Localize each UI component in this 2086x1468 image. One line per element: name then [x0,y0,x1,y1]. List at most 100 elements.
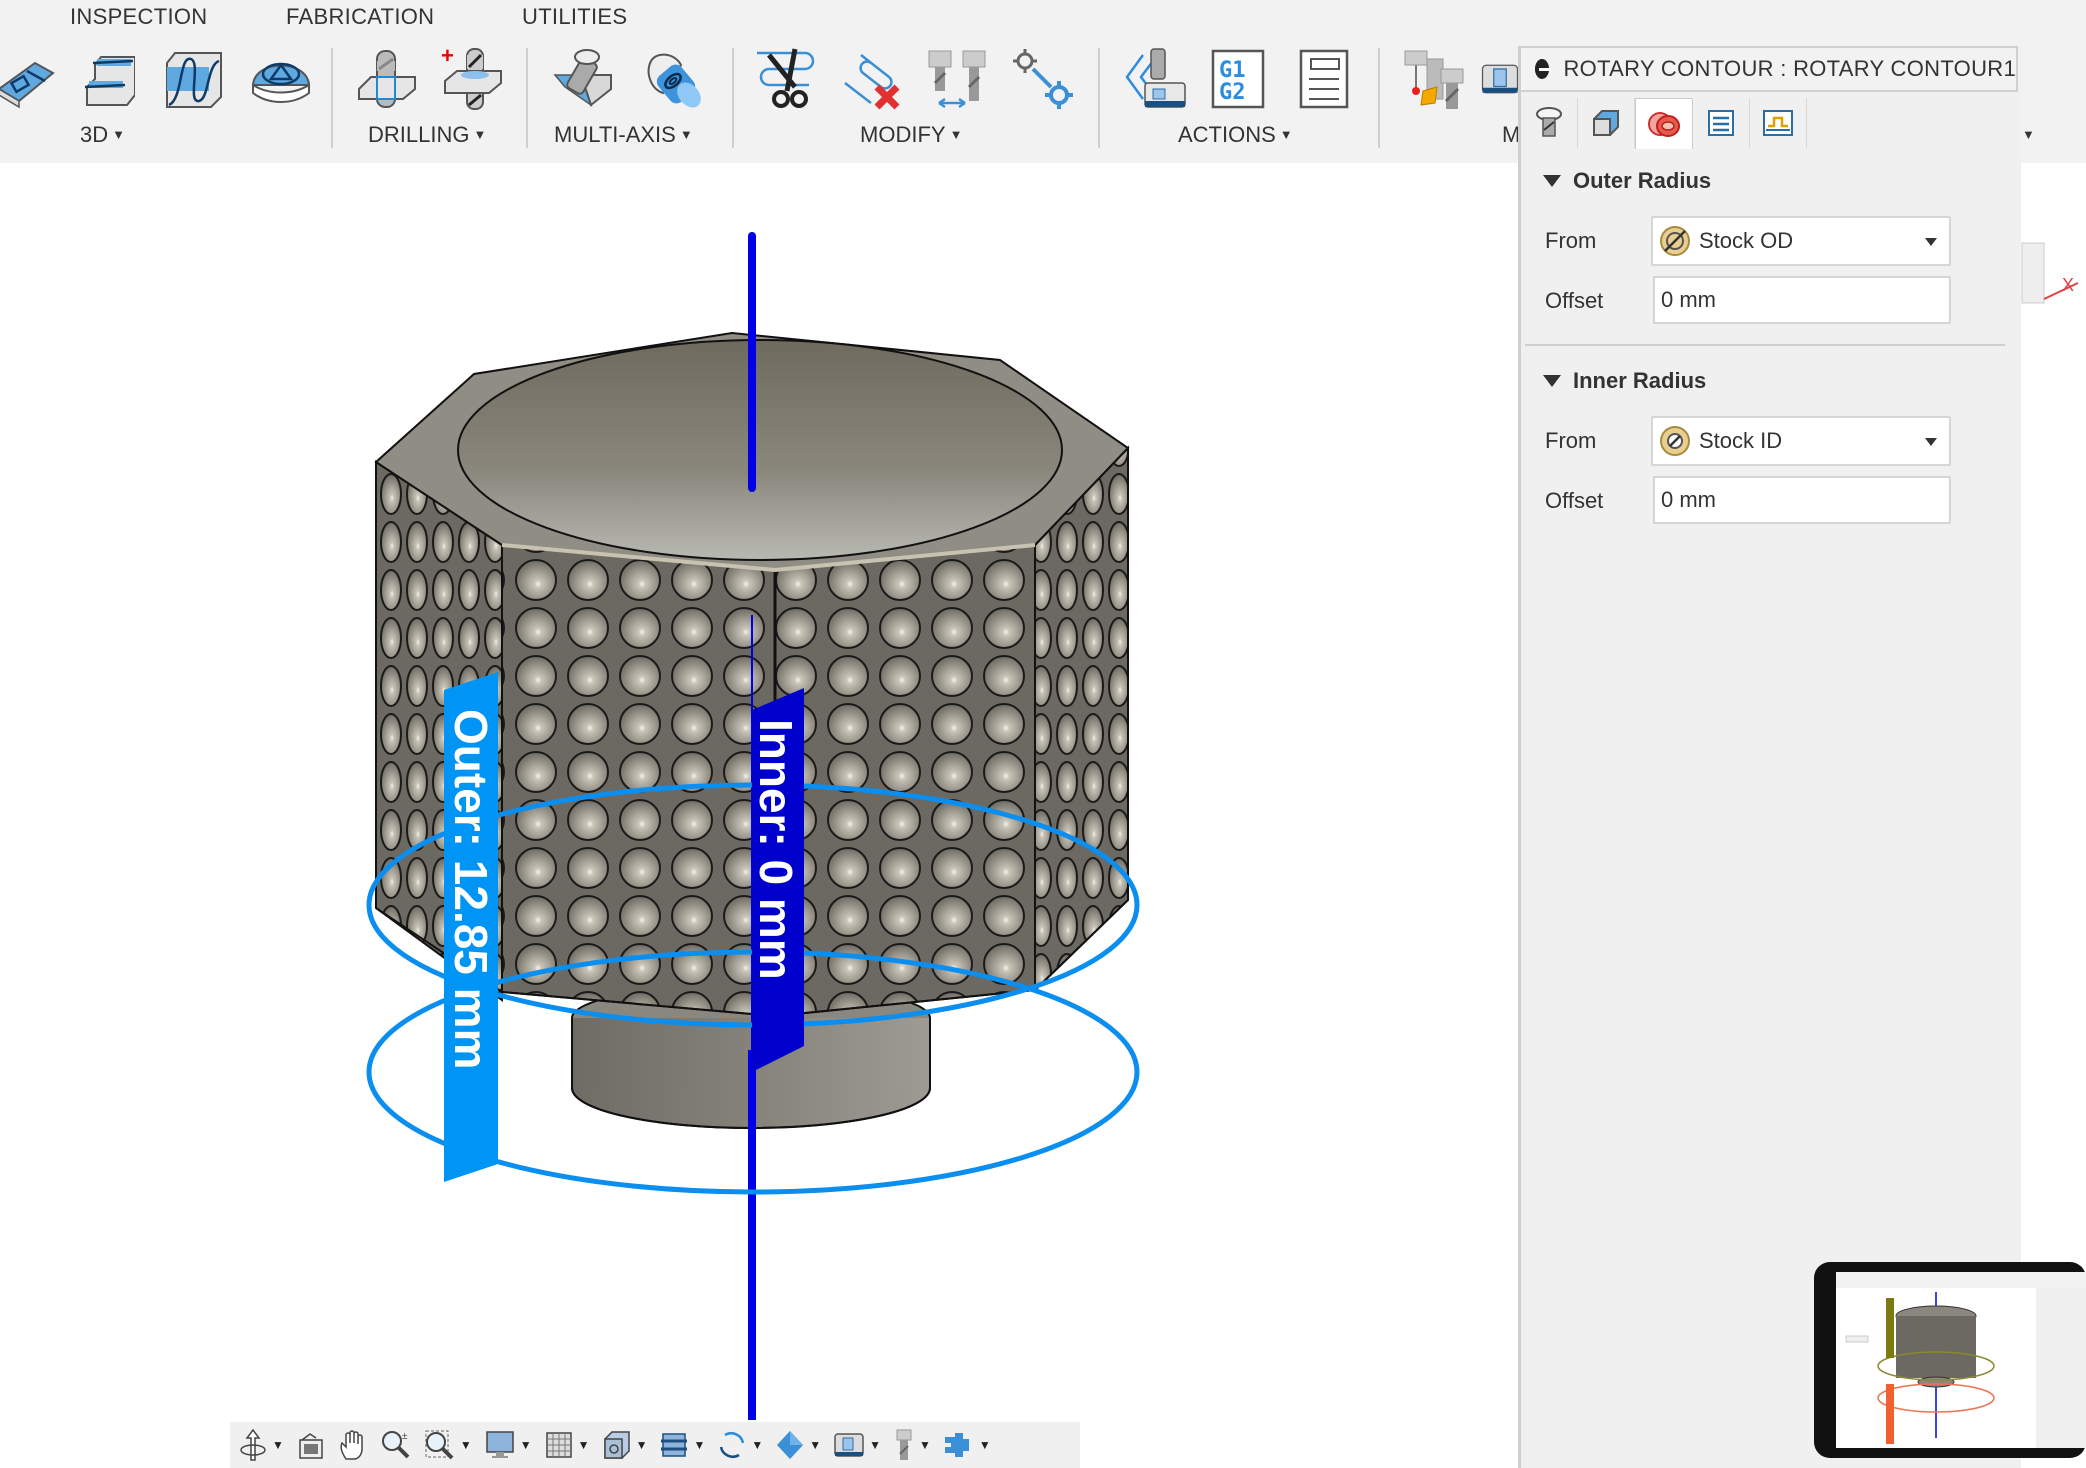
outer-from-label: From [1545,228,1597,253]
outer-from-value: Stock OD [1699,228,1794,253]
canvas-viewport[interactable]: Outer: 12.85 mm Inner: 0 mm [0,163,1518,1468]
delete-toolpath-icon[interactable] [840,44,906,114]
inner-offset-input[interactable] [1653,476,1951,524]
hole-recognition-icon[interactable]: + [440,44,506,114]
swarf-icon[interactable] [550,44,616,114]
stock-id-icon [1660,426,1690,456]
group-drilling-label: DRILLING [368,122,470,147]
simulate-icon[interactable] [1122,44,1188,114]
display-settings-button[interactable]: ▼ [484,1429,532,1461]
svg-text:X: X [2062,275,2074,295]
chevron-down-icon: ▼ [112,127,125,142]
group-actions-menu[interactable]: ACTIONS ▼ [1178,122,1293,148]
collapse-triangle-icon [1543,175,1561,187]
machine-view-button[interactable]: ▼ [833,1430,881,1460]
group-3d-menu[interactable]: 3D ▼ [80,122,125,148]
contour-icon[interactable] [160,44,226,114]
thumbnail-toolbar [1836,1272,2086,1288]
toolbar-divider [1098,48,1100,148]
dropdown-arrow-icon [1925,238,1937,246]
thumbnail-panel [2036,1288,2086,1448]
tab-inspection[interactable]: INSPECTION [70,4,207,30]
orbit-button[interactable]: ▼ [238,1428,284,1462]
chevron-down-icon: ▼ [519,1438,532,1452]
thumbnail-screen [1836,1272,2086,1448]
chevron-down-icon: ▼ [577,1438,590,1452]
collapse-icon[interactable] [1535,59,1552,79]
trim-toolpath-icon[interactable] [754,44,820,114]
group-3d-label: 3D [80,122,109,147]
zoom-icon: ± [381,1431,410,1459]
view-cube-button[interactable]: ▼ [602,1429,648,1461]
machine-library-icon[interactable] [1480,44,1520,114]
view-cube-icon [603,1431,630,1459]
screenshot-thumbnail[interactable] [1814,1262,2086,1458]
inner-from-value: Stock ID [1699,428,1783,453]
outer-from-select[interactable]: Stock OD [1651,216,1951,266]
toolbar-divider [331,48,333,148]
adaptive-clearing-icon[interactable] [0,44,60,114]
tab-geometry[interactable] [1578,98,1635,148]
chevron-down-icon: ▼ [949,127,963,142]
inner-radius-header[interactable]: Inner Radius [1543,368,1706,394]
chevron-down-icon: ▼ [2022,127,2035,142]
chevron-down-icon: ▼ [473,127,487,142]
outer-offset-label: Offset [1545,288,1604,313]
zoom-button[interactable]: ± [380,1429,412,1461]
tool-display-button[interactable]: ▼ [893,1428,931,1462]
linking-tab-icon [1763,110,1793,136]
viewcube-icon[interactable]: X [2018,233,2086,353]
panel-tabs [1521,98,1807,149]
output-button[interactable]: ▼ [943,1431,991,1459]
outer-offset-input[interactable] [1653,276,1951,324]
toolbar-divider [1378,48,1380,148]
look-at-button[interactable] [296,1430,326,1460]
steep-shallow-icon[interactable] [248,44,314,114]
move-point-icon[interactable] [1010,44,1076,114]
group-multi-axis-menu[interactable]: MULTI-AXIS ▼ [554,122,693,148]
tab-utilities[interactable]: UTILITIES [522,4,627,30]
outer-radius-header[interactable]: Outer Radius [1543,168,1711,194]
inner-from-select[interactable]: Stock ID [1651,416,1951,466]
pocket-clearing-icon[interactable] [72,44,138,114]
inner-offset-label: Offset [1545,488,1604,513]
materials-icon [777,1431,804,1459]
tab-radii[interactable] [1635,98,1693,149]
group-drilling-menu[interactable]: DRILLING ▼ [368,122,486,148]
chevron-down-icon: ▼ [635,1438,648,1452]
post-process-icon[interactable]: G1 G2 [1206,44,1272,114]
panel-title: ROTARY CONTOUR : ROTARY CONTOUR1 [1563,56,2016,81]
setup-sheet-icon[interactable] [1292,44,1358,114]
chevron-down-icon: ▼ [751,1438,764,1452]
panel-header: ROTARY CONTOUR : ROTARY CONTOUR1 [1521,46,2018,92]
tab-tool[interactable] [1521,98,1578,148]
chevron-down-icon: ▼ [693,1438,706,1452]
stock-od-icon [1660,226,1690,256]
pan-button[interactable] [338,1429,368,1461]
outer-radius-label: Outer: 12.85 mm [445,709,497,1070]
tab-linking[interactable] [1750,98,1807,148]
toolbar-divider [732,48,734,148]
pan-icon [340,1430,363,1460]
group-modify-menu[interactable]: MODIFY ▼ [860,122,962,148]
group-modify-label: MODIFY [860,122,946,147]
chevron-down-icon: ▼ [1279,127,1293,142]
tool-library-icon[interactable] [1400,44,1466,114]
grid-button[interactable]: ▼ [544,1430,590,1460]
chevron-down-icon: ▼ [919,1438,931,1452]
section-analysis-button[interactable]: ▼ [659,1430,705,1460]
tab-passes[interactable] [1693,98,1750,148]
drill-icon[interactable] [354,44,420,114]
group-multi-axis-label: MULTI-AXIS [554,122,676,147]
output-icon [944,1433,969,1457]
zoom-window-button[interactable]: ▼ [424,1429,472,1461]
rotate-button[interactable]: ▼ [717,1429,763,1461]
rotary-icon[interactable] [640,44,706,114]
materials-button[interactable]: ▼ [775,1429,821,1461]
toolbar-divider [526,48,528,148]
chevron-down-icon: ▼ [679,127,693,142]
section-icon [661,1433,688,1457]
tab-fabrication[interactable]: FABRICATION [286,4,434,30]
grid-icon [545,1432,572,1458]
tool-change-icon[interactable] [924,44,990,114]
